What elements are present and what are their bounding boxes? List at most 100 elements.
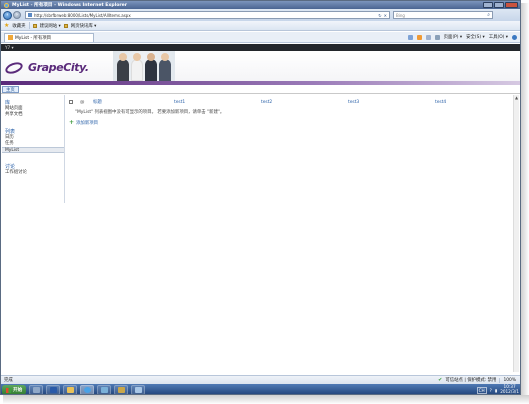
start-button[interactable]: 开始 (2, 385, 27, 394)
app-icon (100, 387, 108, 393)
ql-heading-discussions[interactable]: 讨论 (2, 163, 64, 170)
grapecity-logo-text: GrapeCity. (28, 61, 89, 74)
tab-row: MyList - 所有项目 页面(P) ▾ 安全(S) ▾ 工具(O) ▾ (1, 32, 520, 43)
zone-label[interactable]: 可信站点 | 保护模式: 禁用 (445, 377, 496, 383)
server-manager-icon (32, 387, 40, 393)
minimize-button[interactable] (483, 2, 493, 8)
status-text: 完成 (4, 378, 13, 383)
add-icon: + (69, 119, 75, 126)
print-icon[interactable] (434, 34, 440, 40)
favorites-bar: ★ 收藏夹 建议网站 ▾ 网页快讯库 ▾ (1, 21, 520, 31)
address-url: http://sbrfbrweb:8000/Lists/MyList/AllIt… (34, 12, 131, 18)
list-view: @ 标题 test1 test2 test3 test4 "MyList" 列表… (67, 95, 514, 175)
favorites-star-icon: ★ (4, 22, 10, 29)
window-shadow-right (521, 3, 529, 399)
select-all-checkbox[interactable] (69, 100, 73, 104)
vertical-scrollbar[interactable]: ▲ (513, 95, 519, 372)
attachment-column-icon[interactable]: @ (80, 100, 84, 105)
close-button[interactable] (505, 2, 518, 8)
favorites-divider (28, 22, 30, 29)
window-shadow-bottom (3, 395, 529, 404)
taskbar-server-manager[interactable] (29, 385, 44, 394)
list-header-row: @ 标题 test1 test2 test3 test4 (67, 98, 514, 106)
sharepoint-tab-icon (8, 35, 13, 40)
search-icon[interactable]: ⌕ (487, 12, 490, 18)
taskbar: 开始 CH ? ▮ 10:37 2012/3/1 (1, 384, 520, 394)
ie-taskbar-icon (83, 387, 91, 393)
column-header-test3[interactable]: test3 (348, 98, 359, 106)
ql-heading-libraries[interactable]: 库 (2, 99, 64, 106)
home-icon[interactable] (407, 34, 413, 40)
status-bar: 完成 ✔ 可信站点 | 保护模式: 禁用 100% (1, 375, 520, 384)
windows-flag-icon (6, 387, 11, 393)
banner-photo (113, 51, 175, 81)
back-button[interactable]: ‹ (3, 10, 12, 20)
window-controls (483, 2, 518, 8)
add-new-item-label: 添加新项目 (76, 120, 98, 126)
tools-menu[interactable]: 工具(O) ▾ (489, 34, 508, 40)
clock[interactable]: 10:37 2012/3/1 (500, 385, 519, 394)
column-header-title[interactable]: 标题 (93, 98, 102, 106)
taskbar-explorer[interactable] (63, 385, 78, 394)
page-menu[interactable]: 页面(P) ▾ (444, 34, 462, 40)
folder-icon (66, 387, 74, 393)
taskbar-app6[interactable] (114, 385, 129, 394)
language-indicator[interactable]: CH (476, 386, 487, 394)
browser-window: MyList - 所有项目 - Windows Internet Explore… (0, 0, 521, 395)
suggested-sites-link[interactable]: 建议网站 ▾ (40, 23, 61, 29)
taskbar-powershell[interactable] (46, 385, 61, 394)
page-icon (28, 13, 32, 17)
network-tray-icon[interactable]: ▮ (495, 388, 497, 393)
title-bar: MyList - 所有项目 - Windows Internet Explore… (1, 1, 520, 9)
grapecity-logo[interactable]: GrapeCity. (3, 59, 89, 76)
web-slice-gallery-link[interactable]: 网页快讯库 ▾ (71, 23, 97, 29)
start-label: 开始 (13, 388, 23, 393)
feeds-icon[interactable] (416, 34, 422, 40)
address-input[interactable]: http://sbrfbrweb:8000/Lists/MyList/AllIt… (25, 11, 390, 19)
mail-icon[interactable] (425, 34, 431, 40)
taskbar-app7[interactable] (131, 385, 146, 394)
top-nav: 主页 (1, 85, 520, 94)
powershell-icon (49, 387, 57, 393)
address-tools: ↻ ✕ (378, 13, 389, 18)
system-tray: CH ? ▮ 10:37 2012/3/1 (476, 385, 520, 394)
grapecity-logo-mark-icon (3, 59, 25, 76)
suggested-sites-icon (32, 23, 37, 28)
window-title: MyList - 所有项目 - Windows Internet Explore… (12, 3, 128, 8)
scroll-up-icon[interactable]: ▲ (514, 95, 519, 100)
clock-date: 2012/3/1 (500, 389, 519, 394)
nav-home-tab[interactable]: 主页 (2, 86, 19, 93)
zoom-level[interactable]: 100% (499, 377, 516, 383)
address-bar-row: ‹ › http://sbrfbrweb:8000/Lists/MyList/A… (1, 9, 520, 21)
column-header-test1[interactable]: test1 (174, 98, 185, 106)
maximize-button[interactable] (494, 2, 504, 8)
quick-launch: 库 网站页面 共享文档 列表 日历 任务 MyList 讨论 工作组讨论 (2, 95, 65, 203)
help-tray-icon[interactable]: ? (490, 388, 492, 393)
safety-menu[interactable]: 安全(S) ▾ (466, 34, 485, 40)
stop-icon[interactable]: ✕ (384, 13, 387, 18)
refresh-icon[interactable]: ↻ (378, 13, 381, 18)
ql-heading-lists[interactable]: 列表 (2, 128, 64, 135)
search-input[interactable]: Bing ⌕ (393, 11, 493, 19)
empty-list-message: "MyList" 列表视图中没有可显示的项目。 若要添加新项目，请单击 "新建"… (75, 110, 225, 115)
tab-mylist[interactable]: MyList - 所有项目 (4, 32, 94, 42)
site-banner: GrapeCity. (1, 51, 520, 85)
column-header-test4[interactable]: test4 (435, 98, 446, 106)
site-actions-strip: Y7 ▾ (1, 44, 520, 51)
web-slice-icon (63, 23, 68, 28)
favorites-button[interactable]: 收藏夹 (12, 23, 25, 29)
add-new-item-link[interactable]: + 添加新项目 (69, 119, 98, 126)
taskbar-ie[interactable] (80, 385, 95, 394)
trusted-site-check-icon: ✔ (438, 377, 443, 383)
tab-label: MyList - 所有项目 (15, 35, 52, 41)
forward-button[interactable]: › (13, 11, 21, 19)
ql-item-team-discussion[interactable]: 工作组讨论 (2, 170, 64, 176)
command-bar: 页面(P) ▾ 安全(S) ▾ 工具(O) ▾ (407, 34, 520, 40)
help-icon[interactable] (512, 34, 517, 40)
taskbar-app5[interactable] (97, 385, 112, 394)
search-placeholder: Bing (396, 12, 405, 18)
column-header-test2[interactable]: test2 (261, 98, 272, 106)
app-icon (134, 387, 142, 393)
site-menu[interactable]: Y7 ▾ (5, 45, 14, 50)
app-icon (117, 387, 125, 393)
